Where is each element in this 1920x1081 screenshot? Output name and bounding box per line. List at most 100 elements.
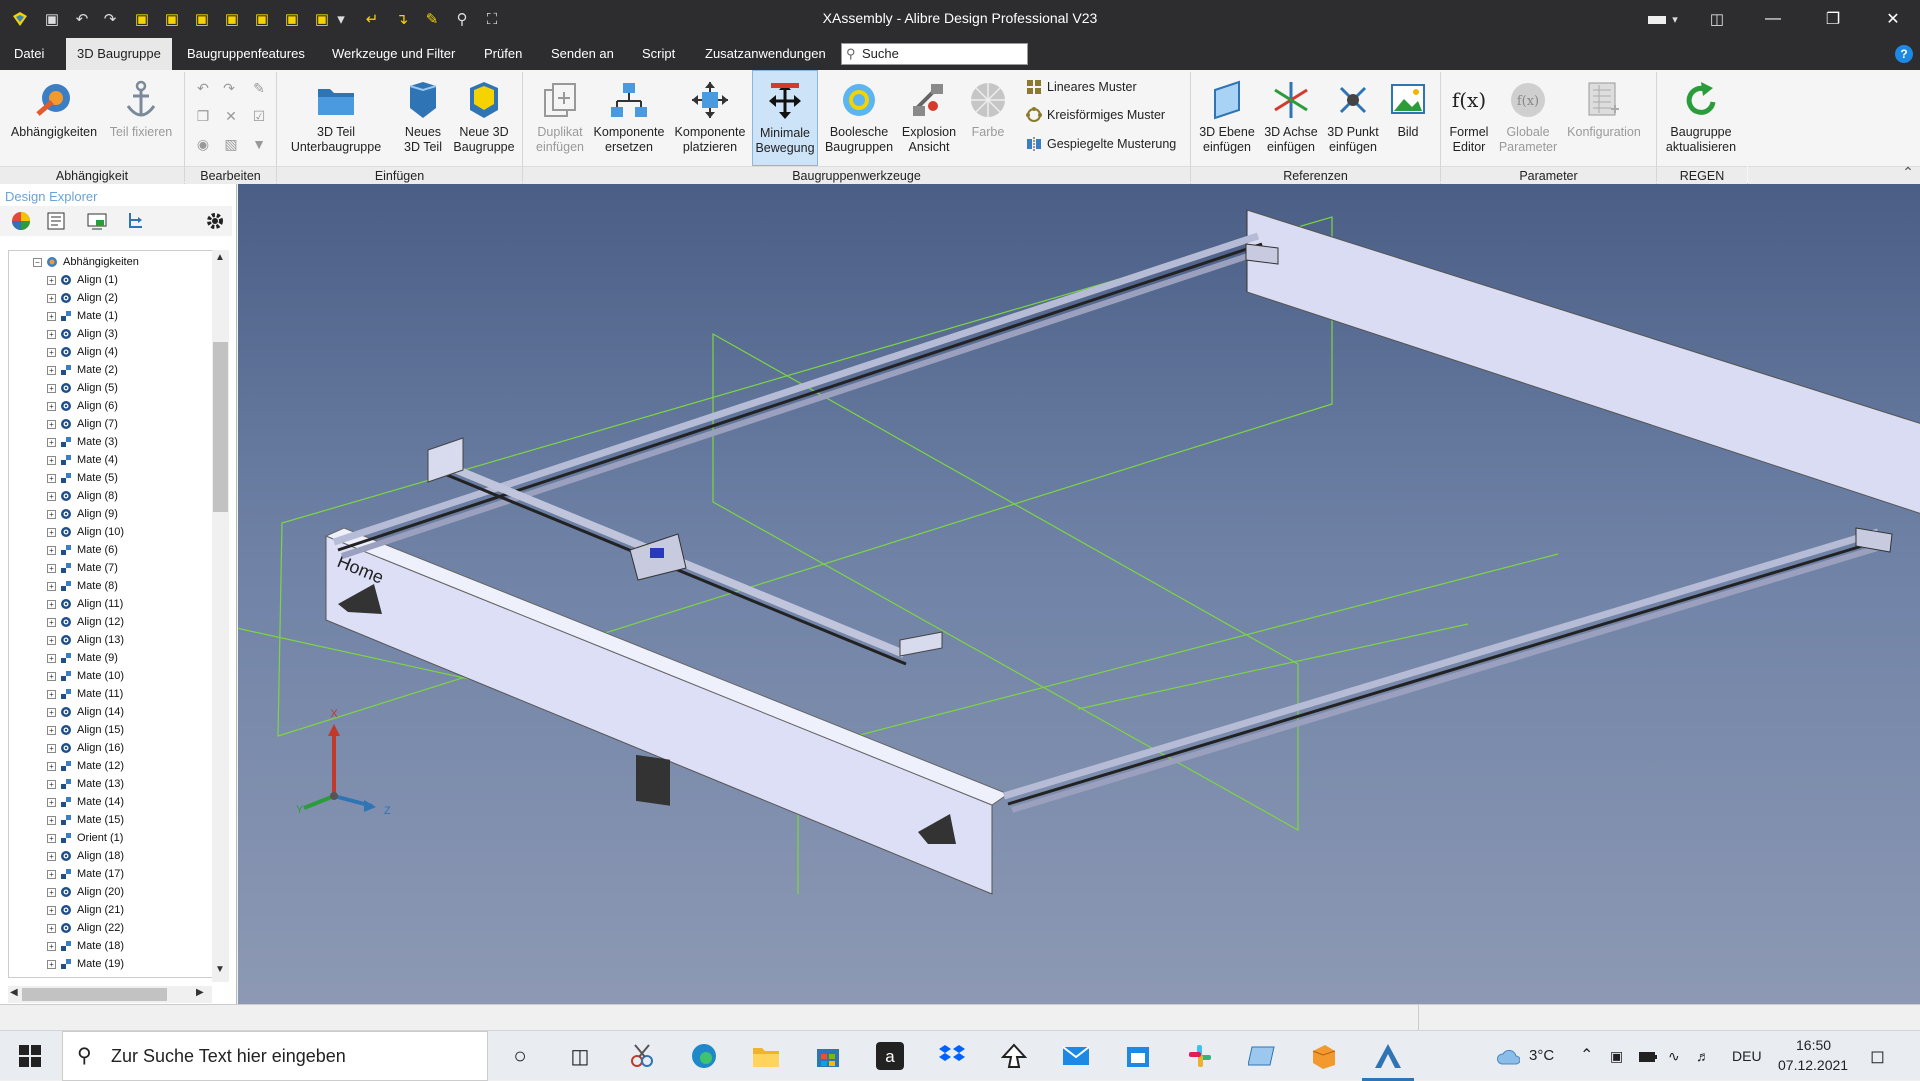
menu-zusatzanwendungen[interactable]: Zusatzanwendungen — [697, 38, 834, 70]
unterbaugruppe-button[interactable]: 3D Teil Unterbaugruppe — [284, 70, 388, 166]
scroll-left-icon[interactable]: ◀ — [10, 987, 18, 998]
farbe-button[interactable]: Farbe — [960, 70, 1016, 166]
view-cube-left-icon[interactable]: ▣ — [190, 7, 214, 31]
tree-node[interactable]: + Align (18) — [47, 847, 124, 865]
bild-button[interactable]: Bild — [1384, 70, 1432, 166]
tree-node[interactable]: + Align (3) — [47, 325, 118, 343]
boolesche-baugruppen-button[interactable]: Boolesche Baugruppen — [820, 70, 898, 166]
tree-node[interactable]: + Align (1) — [47, 271, 118, 289]
expand-toggle[interactable]: + — [47, 869, 56, 879]
expand-toggle[interactable]: + — [47, 293, 56, 303]
meet-now-icon[interactable]: ▣ — [1610, 1031, 1623, 1081]
display-mode-icon[interactable] — [1646, 7, 1668, 31]
expand-toggle[interactable]: + — [47, 725, 56, 735]
3d-punkt-einfuegen-button[interactable]: 3D Punkt einfügen — [1322, 70, 1384, 166]
explosion-ansicht-button[interactable]: Explosion Ansicht — [898, 70, 960, 166]
tree-node[interactable]: + Mate (4) — [47, 451, 118, 469]
menu-3d-baugruppe[interactable]: 3D Baugruppe — [66, 38, 172, 70]
cortana-icon[interactable]: ○ — [504, 1040, 536, 1072]
filter-icon[interactable]: ▼ — [249, 134, 269, 154]
remote-desktop-icon[interactable] — [1246, 1040, 1278, 1072]
display-settings-icon[interactable] — [86, 210, 108, 232]
redo-icon[interactable]: ↷ — [98, 7, 122, 31]
tree-node[interactable]: + Align (15) — [47, 721, 124, 739]
slack-icon[interactable] — [1184, 1040, 1216, 1072]
cad-app-icon[interactable] — [1308, 1040, 1340, 1072]
tree-node[interactable]: + Mate (14) — [47, 793, 124, 811]
tree-node[interactable]: + Mate (15) — [47, 811, 124, 829]
tree-node[interactable]: + Align (23) — [47, 973, 124, 979]
expand-toggle[interactable]: + — [47, 509, 56, 519]
tree-node[interactable]: + Mate (5) — [47, 469, 118, 487]
3d-ebene-einfuegen-button[interactable]: 3D Ebene einfügen — [1196, 70, 1258, 166]
view-cube-top-icon[interactable]: ▣ — [250, 7, 274, 31]
view-cube-dropdown-icon[interactable]: ▣ — [310, 7, 334, 31]
tree-node[interactable]: + Align (22) — [47, 919, 124, 937]
expand-toggle[interactable]: + — [47, 635, 56, 645]
dropbox-icon[interactable] — [936, 1040, 968, 1072]
komponente-platzieren-button[interactable]: Komponente platzieren — [670, 70, 750, 166]
expand-toggle[interactable]: + — [47, 563, 56, 573]
search-input[interactable]: ⚲ Suche — [841, 43, 1028, 65]
tree-node[interactable]: + Mate (6) — [47, 541, 118, 559]
tree-horizontal-scrollbar[interactable]: ◀ ▶ — [8, 986, 212, 1003]
taskbar-search-input[interactable]: ⚲ Zur Suche Text hier eingeben — [62, 1031, 488, 1081]
tree-node[interactable]: + Mate (11) — [47, 685, 123, 703]
neues-3d-teil-button[interactable]: Neues 3D Teil — [394, 70, 452, 166]
expand-toggle[interactable]: + — [47, 491, 56, 501]
edit-icon[interactable]: ✎ — [249, 78, 269, 98]
battery-icon[interactable] — [1638, 1031, 1658, 1081]
weather-icon[interactable] — [1496, 1031, 1521, 1081]
edit-part-icon[interactable]: ☑ — [249, 106, 269, 126]
tree-node[interactable]: + Align (8) — [47, 487, 118, 505]
abhaengigkeiten-button[interactable]: Abhängigkeiten — [6, 70, 102, 166]
undo-icon[interactable]: ↶ — [193, 78, 213, 98]
collapse-toggle[interactable]: − — [33, 257, 42, 267]
gespiegelte-musterung-button[interactable]: Gespiegelte Musterung — [1026, 133, 1176, 155]
tree-node[interactable]: + Orient (1) — [47, 829, 123, 847]
tree-node[interactable]: + Align (10) — [47, 523, 124, 541]
notifications-icon[interactable]: ◻ — [1870, 1031, 1885, 1081]
expand-toggle[interactable]: + — [47, 978, 56, 979]
wifi-icon[interactable]: ∿ — [1668, 1031, 1680, 1081]
clock-time[interactable]: 16:50 — [1796, 1035, 1831, 1055]
tree-node[interactable]: + Mate (8) — [47, 577, 118, 595]
rotate-right-icon[interactable]: ↴ — [390, 7, 414, 31]
zoom-window-icon[interactable]: ⛶ — [480, 7, 504, 31]
expand-toggle[interactable]: + — [47, 815, 56, 825]
expand-toggle[interactable]: + — [47, 347, 56, 357]
globale-parameter-button[interactable]: f(x) Globale Parameter — [1496, 70, 1560, 166]
scroll-up-icon[interactable]: ▲ — [215, 252, 225, 263]
properties-icon[interactable] — [45, 210, 67, 232]
copy-icon[interactable]: ❐ — [193, 106, 213, 126]
tree-node[interactable]: + Align (2) — [47, 289, 118, 307]
expand-toggle[interactable]: + — [47, 527, 56, 537]
expand-toggle[interactable]: + — [47, 743, 56, 753]
scroll-right-icon[interactable]: ▶ — [196, 987, 204, 998]
expand-toggle[interactable]: + — [47, 473, 56, 483]
amazon-icon[interactable]: a — [874, 1040, 906, 1072]
tree-node[interactable]: + Align (14) — [47, 703, 124, 721]
menu-datei[interactable]: Datei — [6, 38, 52, 70]
scroll-down-icon[interactable]: ▼ — [215, 964, 225, 975]
expand-toggle[interactable]: + — [47, 797, 56, 807]
task-view-icon[interactable]: ◫ — [564, 1040, 596, 1072]
menu-script[interactable]: Script — [634, 38, 683, 70]
expand-toggle[interactable]: + — [47, 653, 56, 663]
expand-toggle[interactable]: + — [47, 419, 56, 429]
calendar-store-icon[interactable] — [1122, 1040, 1154, 1072]
visibility-icon[interactable]: ◉ — [193, 134, 213, 154]
tree-node[interactable]: + Mate (1) — [47, 307, 118, 325]
restore-layout-icon[interactable]: ◫ — [1705, 7, 1729, 31]
tree-node[interactable]: + Mate (9) — [47, 649, 118, 667]
rotate-left-icon[interactable]: ↵ — [360, 7, 384, 31]
store-icon[interactable] — [812, 1040, 844, 1072]
teil-fixieren-button[interactable]: Teil fixieren — [106, 70, 176, 166]
expand-toggle[interactable]: + — [47, 365, 56, 375]
minimale-bewegung-button[interactable]: Minimale Bewegung — [752, 70, 818, 166]
expand-toggle[interactable]: + — [47, 329, 56, 339]
inkscape-icon[interactable] — [998, 1040, 1030, 1072]
tree-node[interactable]: + Mate (13) — [47, 775, 124, 793]
expand-toggle[interactable]: + — [47, 545, 56, 555]
menu-senden-an[interactable]: Senden an — [543, 38, 622, 70]
